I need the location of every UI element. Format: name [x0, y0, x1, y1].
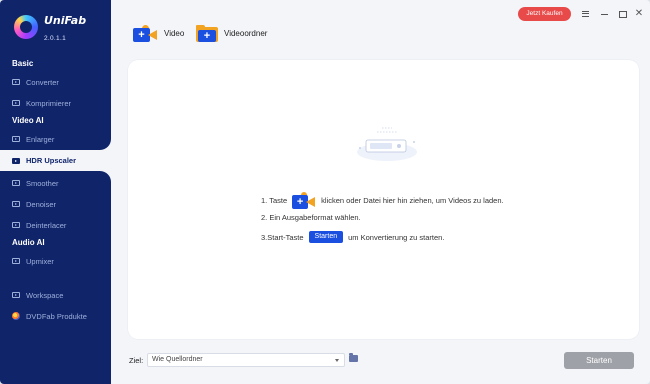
sidebar-item-label: Deinterlacer: [26, 220, 67, 230]
sidebar-item-label: DVDFab Produkte: [26, 311, 87, 321]
section-basic: Basic: [12, 59, 34, 68]
add-folder-button[interactable]: + Videoordner: [196, 25, 267, 42]
add-video-inline-icon[interactable]: +: [292, 192, 316, 209]
target-label: Ziel:: [129, 356, 144, 365]
app-name: UniFab: [44, 14, 87, 27]
audio-icon: [12, 258, 20, 264]
add-folder-label: Videoordner: [224, 29, 268, 38]
sidebar-item-smoother[interactable]: Smoother: [0, 172, 111, 194]
hdr-icon: [12, 157, 20, 164]
sidebar-item-dvdfab[interactable]: DVDFab Produkte: [0, 305, 111, 327]
dvdfab-logo-icon: [12, 312, 20, 320]
play-icon: [12, 100, 20, 106]
add-video-button[interactable]: + Video: [133, 25, 184, 42]
app-version: 2.0.1.1: [44, 35, 66, 42]
instruction-step-3: 3.Start-Taste Starten um Konvertierung z…: [261, 231, 444, 243]
app-logo: UniFab 2.0.1.1: [14, 15, 86, 42]
minimize-icon[interactable]: [599, 9, 609, 19]
start-button[interactable]: Starten: [564, 352, 634, 369]
target-value: Wie Quellordner: [152, 356, 203, 363]
step2-text: 2. Ein Ausgabeformat wählen.: [261, 213, 361, 222]
add-video-label: Video: [164, 29, 185, 38]
sidebar-item-label: Komprimierer: [26, 98, 72, 108]
menu-icon[interactable]: [580, 9, 590, 19]
add-folder-icon: +: [196, 25, 218, 42]
app-window: UniFab 2.0.1.1 Basic Converter Komprimie…: [0, 0, 650, 384]
sidebar-item-denoiser[interactable]: Denoiser: [0, 193, 111, 215]
step3-prefix: 3.Start-Taste: [261, 232, 304, 242]
sidebar-item-deinterlacer[interactable]: Deinterlacer: [0, 214, 111, 236]
sidebar-item-hdr-upscaler[interactable]: HDR Upscaler: [0, 150, 111, 171]
deinterlace-icon: [12, 222, 20, 228]
instruction-step-1: 1. Taste + klicken oder Datei hier hin z…: [261, 192, 504, 209]
add-video-icon: +: [133, 25, 159, 42]
sidebar-item-workspace[interactable]: Workspace: [0, 284, 111, 306]
logo-icon: [14, 15, 38, 39]
enlarge-icon: [12, 136, 20, 142]
workspace-icon: [12, 292, 20, 298]
buy-now-button[interactable]: Jetzt Kaufen: [518, 7, 571, 21]
section-video-ai: Video AI: [12, 116, 44, 125]
instruction-step-2: 2. Ein Ausgabeformat wählen.: [261, 213, 361, 222]
step3-suffix: um Konvertierung zu starten.: [348, 232, 445, 242]
sidebar-item-upmixer[interactable]: Upmixer: [0, 250, 111, 272]
drop-illustration-icon: [357, 127, 417, 161]
sidebar-item-label: HDR Upscaler: [26, 156, 77, 165]
start-chip: Starten: [308, 231, 344, 243]
denoise-icon: [12, 201, 20, 207]
step1-prefix: 1. Taste: [261, 196, 288, 205]
step1-suffix: klicken oder Datei hier hin ziehen, um V…: [321, 196, 504, 205]
sidebar-item-converter[interactable]: Converter: [0, 71, 111, 93]
maximize-icon[interactable]: [617, 9, 627, 19]
sidebar-item-label: Enlarger: [26, 134, 55, 144]
sidebar-item-compressor[interactable]: Komprimierer: [0, 92, 111, 114]
sidebar-item-label: Upmixer: [26, 256, 54, 266]
sidebar-item-label: Converter: [26, 77, 59, 87]
chevron-down-icon: [335, 359, 339, 362]
sidebar-item-label: Denoiser: [26, 199, 57, 209]
sidebar-item-label: Smoother: [26, 178, 59, 188]
sidebar-item-label: Workspace: [26, 290, 64, 300]
browse-folder-icon[interactable]: [349, 353, 358, 362]
section-audio-ai: Audio AI: [12, 238, 45, 247]
close-icon[interactable]: ✕: [634, 9, 644, 19]
smoother-icon: [12, 180, 20, 186]
drop-zone[interactable]: 1. Taste + klicken oder Datei hier hin z…: [128, 60, 639, 339]
sidebar: UniFab 2.0.1.1 Basic Converter Komprimie…: [0, 0, 111, 384]
sidebar-item-enlarger[interactable]: Enlarger: [0, 128, 111, 150]
play-icon: [12, 79, 20, 85]
target-dropdown[interactable]: Wie Quellordner: [147, 353, 345, 367]
